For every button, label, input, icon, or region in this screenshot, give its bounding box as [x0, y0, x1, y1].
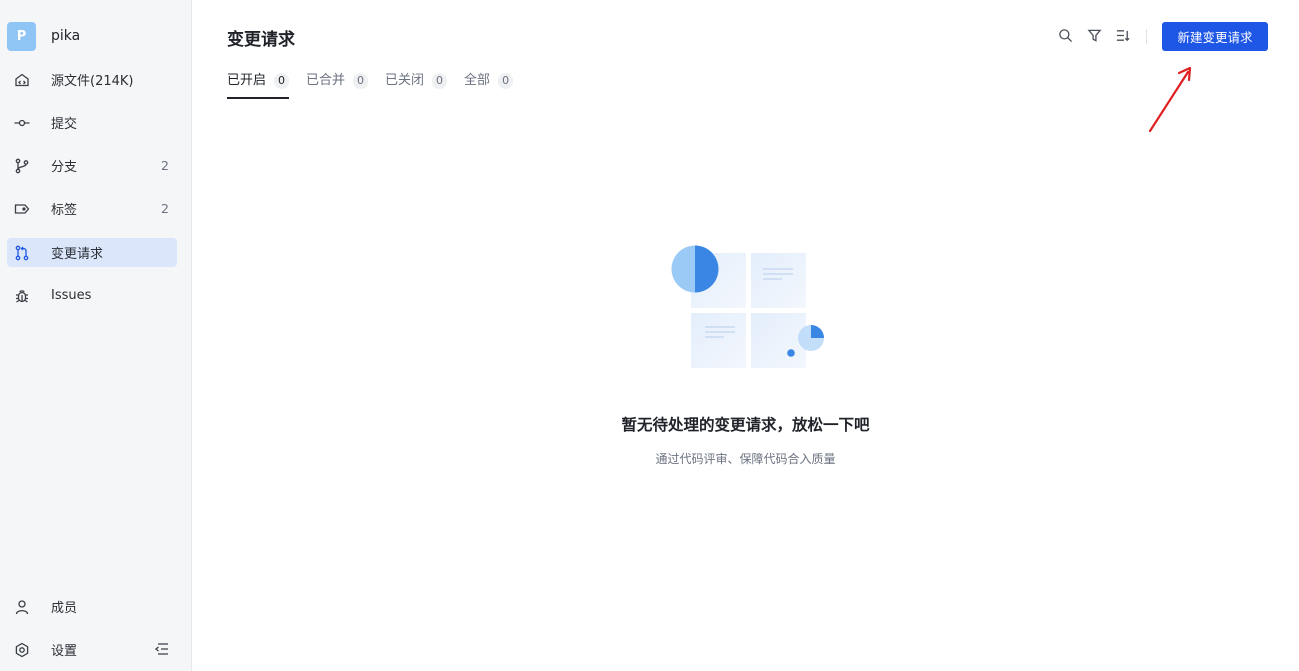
- sidebar-item-tags[interactable]: 标签 2: [7, 194, 177, 223]
- tab-all[interactable]: 全部 0: [464, 72, 514, 100]
- sidebar-item-members[interactable]: 成员: [7, 592, 177, 621]
- new-merge-request-button[interactable]: 新建变更请求: [1162, 22, 1268, 51]
- empty-state-title-text: 暂无待处理的变更请求，放松一下吧: [621, 416, 870, 434]
- empty-state-illustration: [671, 245, 824, 368]
- search-icon: [1058, 28, 1073, 47]
- repo-avatar: P: [7, 21, 36, 51]
- tab-label: 已合并: [306, 73, 346, 88]
- sidebar-item-source[interactable]: 源文件(214K): [7, 65, 177, 94]
- sidebar-item-merge-requests[interactable]: 变更请求: [7, 238, 177, 267]
- toolbar-divider: [1146, 29, 1147, 44]
- filter-icon: [1086, 28, 1102, 47]
- sidebar-item-count: 2: [161, 201, 169, 216]
- pull-request-icon: [14, 245, 30, 261]
- empty-state-subtitle: 通过代码评审、保障代码合入质量: [0, 450, 1299, 467]
- sidebar-item-label: 成员: [51, 601, 78, 616]
- sidebar-item-branches[interactable]: 分支 2: [7, 151, 177, 180]
- tab-count: 0: [498, 73, 514, 89]
- collapse-sidebar-button[interactable]: [153, 642, 171, 660]
- tab-count: 0: [432, 73, 448, 89]
- tab-label: 全部: [464, 73, 491, 88]
- tab-open[interactable]: 已开启 0: [227, 72, 290, 100]
- tab-merged[interactable]: 已合并 0: [306, 72, 369, 100]
- commit-icon: [14, 115, 30, 131]
- person-icon: [14, 599, 30, 615]
- branch-icon: [14, 158, 30, 174]
- collapse-sidebar-icon: [154, 641, 170, 661]
- status-tabs: 已开启 0 已合并 0 已关闭 0 全部 0: [227, 72, 530, 100]
- tab-count: 0: [274, 73, 290, 89]
- tab-label: 已开启: [227, 73, 267, 88]
- bug-icon: [14, 288, 30, 304]
- sidebar-item-label: 源文件(214K): [51, 74, 134, 89]
- sidebar-item-commits[interactable]: 提交: [7, 108, 177, 137]
- sort-button[interactable]: [1114, 28, 1132, 46]
- sidebar-item-label: 分支: [51, 160, 78, 175]
- sidebar: P pika 源文件(214K) 提交 分支 2 标签 2 变更请求 Issue…: [0, 0, 192, 671]
- tab-label: 已关闭: [385, 73, 425, 88]
- app-root: P pika 源文件(214K) 提交 分支 2 标签 2 变更请求 Issue…: [0, 0, 1299, 671]
- sidebar-item-count: 2: [161, 158, 169, 173]
- sidebar-item-label: 标签: [51, 203, 78, 218]
- tag-icon: [14, 201, 30, 217]
- empty-state-title: 暂无待处理的变更请求，放松一下吧: [0, 413, 1299, 435]
- filter-button[interactable]: [1085, 28, 1103, 46]
- sidebar-item-settings[interactable]: 设置: [7, 635, 147, 664]
- search-button[interactable]: [1056, 28, 1074, 46]
- sidebar-item-label: 设置: [51, 644, 78, 659]
- sidebar-item-label: 变更请求: [51, 247, 104, 262]
- page-title: 变更请求: [227, 30, 295, 50]
- settings-icon: [14, 642, 30, 658]
- repo-header[interactable]: P pika: [7, 21, 80, 51]
- sidebar-item-label: 提交: [51, 117, 78, 132]
- code-folder-icon: [14, 72, 30, 88]
- tab-closed[interactable]: 已关闭 0: [385, 72, 448, 100]
- tab-count: 0: [353, 73, 369, 89]
- repo-name: pika: [51, 28, 81, 44]
- sidebar-item-issues[interactable]: Issues: [7, 281, 177, 310]
- sort-icon: [1115, 28, 1131, 47]
- empty-state-subtitle-text: 通过代码评审、保障代码合入质量: [655, 452, 836, 466]
- sidebar-item-label: Issues: [51, 288, 92, 303]
- annotation-arrow: [1148, 66, 1192, 133]
